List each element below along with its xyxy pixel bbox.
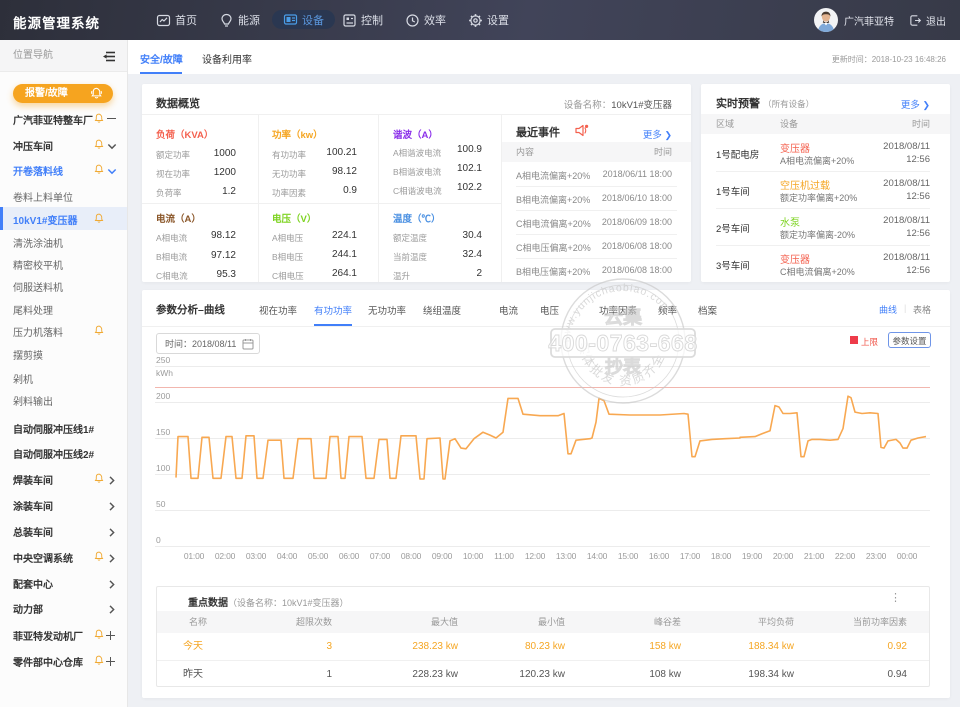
- svg-text:250: 250: [156, 355, 170, 365]
- svg-text:云集: 云集: [604, 305, 643, 328]
- svg-text:150: 150: [156, 427, 170, 437]
- svg-text:100: 100: [156, 463, 170, 473]
- svg-text:200: 200: [156, 391, 170, 401]
- svg-text:400-0763-668: 400-0763-668: [548, 330, 697, 356]
- svg-text:抄表: 抄表: [605, 356, 642, 377]
- svg-text:kWh: kWh: [156, 368, 173, 378]
- svg-text:0: 0: [156, 535, 161, 545]
- svg-text:50: 50: [156, 499, 166, 509]
